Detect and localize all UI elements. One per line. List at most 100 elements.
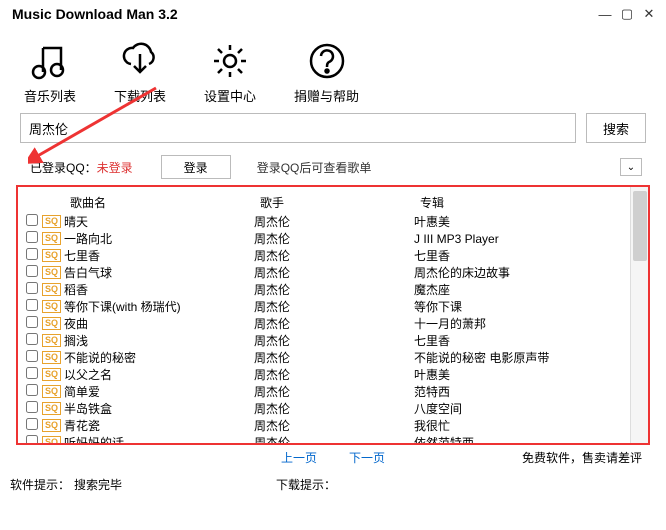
row-checkbox[interactable] [26,367,38,379]
row-checkbox[interactable] [26,333,38,345]
row-checkbox[interactable] [26,282,38,294]
cell-artist: 周杰伦 [254,264,414,281]
gear-icon [209,40,251,82]
row-checkbox[interactable] [26,418,38,430]
row-checkbox[interactable] [26,231,38,243]
login-hint: 登录QQ后可查看歌单 [257,159,372,176]
vertical-scrollbar[interactable] [630,187,648,443]
cell-artist: 周杰伦 [254,213,414,230]
search-input[interactable] [20,113,576,143]
login-label: 已登录QQ： [30,161,97,175]
tab-donate-help[interactable]: 捐赠与帮助 [294,40,359,105]
row-checkbox[interactable] [26,316,38,328]
table-row[interactable]: SQ七里香周杰伦七里香 [24,247,630,264]
row-checkbox[interactable] [26,384,38,396]
help-icon [306,40,348,82]
tab-label: 捐赠与帮助 [294,86,359,105]
table-row[interactable]: SQ搁浅周杰伦七里香 [24,332,630,349]
table-row[interactable]: SQ一路向北周杰伦J III MP3 Player [24,230,630,247]
cell-artist: 周杰伦 [254,434,414,443]
login-status-value: 未登录 [97,161,133,175]
tab-settings[interactable]: 设置中心 [204,40,256,105]
collapse-toggle[interactable]: ⌄ [620,158,642,176]
cell-artist: 周杰伦 [254,366,414,383]
table-row[interactable]: SQ半岛铁盒周杰伦八度空间 [24,400,630,417]
prev-page-link[interactable]: 上一页 [281,449,317,466]
table-row[interactable]: SQ等你下课(with 杨瑞代)周杰伦等你下课 [24,298,630,315]
scrollbar-thumb[interactable] [633,191,647,261]
sq-badge-icon: SQ [42,334,61,347]
tab-download-list[interactable]: 下载列表 [114,40,166,105]
table-row[interactable]: SQ不能说的秘密周杰伦不能说的秘密 电影原声带 [24,349,630,366]
cell-album: 七里香 [414,332,630,349]
cell-song-name: 简单爱 [64,383,254,400]
cell-song-name: 青花瓷 [64,417,254,434]
title-bar: Music Download Man 3.2 — ▢ ✕ [0,0,666,28]
pager-row: 上一页 下一页 免费软件，售卖请差评 [0,445,666,468]
cell-artist: 周杰伦 [254,417,414,434]
row-checkbox[interactable] [26,265,38,277]
table-row[interactable]: SQ听妈妈的话周杰伦依然范特西 [24,434,630,443]
cell-album: 等你下课 [414,298,630,315]
table-row[interactable]: SQ以父之名周杰伦叶惠美 [24,366,630,383]
table-row[interactable]: SQ告白气球周杰伦周杰伦的床边故事 [24,264,630,281]
cell-album: 周杰伦的床边故事 [414,264,630,281]
sq-badge-icon: SQ [42,368,61,381]
table-body: 歌曲名 歌手 专辑 SQ晴天周杰伦叶惠美SQ一路向北周杰伦J III MP3 P… [18,187,630,443]
window-title: Music Download Man 3.2 [12,6,178,22]
table-header: 歌曲名 歌手 专辑 [24,191,630,213]
results-table: 歌曲名 歌手 专辑 SQ晴天周杰伦叶惠美SQ一路向北周杰伦J III MP3 P… [16,185,650,445]
download-hint-label: 下载提示： [276,476,336,493]
tab-label: 设置中心 [204,86,256,105]
cell-album: 七里香 [414,247,630,264]
search-row: 搜索 [0,109,666,151]
cell-song-name: 稻香 [64,281,254,298]
cell-album: 不能说的秘密 电影原声带 [414,349,630,366]
sq-badge-icon: SQ [42,402,61,415]
cell-album: J III MP3 Player [414,232,630,246]
cell-song-name: 半岛铁盒 [64,400,254,417]
cell-artist: 周杰伦 [254,332,414,349]
sq-badge-icon: SQ [42,317,61,330]
table-row[interactable]: SQ稻香周杰伦魔杰座 [24,281,630,298]
sq-badge-icon: SQ [42,232,61,245]
sq-badge-icon: SQ [42,266,61,279]
table-row[interactable]: SQ简单爱周杰伦范特西 [24,383,630,400]
col-header-album[interactable]: 专辑 [420,194,630,211]
login-status: 已登录QQ：未登录 [30,159,133,176]
row-checkbox[interactable] [26,350,38,362]
cell-album: 范特西 [414,383,630,400]
maximize-button[interactable]: ▢ [618,5,636,23]
search-button[interactable]: 搜索 [586,113,646,143]
sq-badge-icon: SQ [42,215,61,228]
cell-artist: 周杰伦 [254,400,414,417]
next-page-link[interactable]: 下一页 [349,449,385,466]
row-checkbox[interactable] [26,299,38,311]
sq-badge-icon: SQ [42,419,61,432]
login-button[interactable]: 登录 [161,155,231,179]
software-hint-label: 软件提示： [10,476,70,493]
sq-badge-icon: SQ [42,283,61,296]
col-header-artist[interactable]: 歌手 [260,194,420,211]
sq-badge-icon: SQ [42,300,61,313]
table-row[interactable]: SQ晴天周杰伦叶惠美 [24,213,630,230]
row-checkbox[interactable] [26,401,38,413]
chevron-down-icon: ⌄ [627,162,635,173]
sq-badge-icon: SQ [42,351,61,364]
cell-album: 依然范特西 [414,434,630,443]
tab-music-list[interactable]: 音乐列表 [24,40,76,105]
cell-song-name: 七里香 [64,247,254,264]
minimize-button[interactable]: — [596,5,614,23]
row-checkbox[interactable] [26,435,38,443]
row-checkbox[interactable] [26,248,38,260]
close-button[interactable]: ✕ [640,5,658,23]
cell-album: 叶惠美 [414,366,630,383]
table-row[interactable]: SQ夜曲周杰伦十一月的萧邦 [24,315,630,332]
cell-album: 八度空间 [414,400,630,417]
row-checkbox[interactable] [26,214,38,226]
table-row[interactable]: SQ青花瓷周杰伦我很忙 [24,417,630,434]
col-header-name[interactable]: 歌曲名 [70,194,260,211]
cell-album: 我很忙 [414,417,630,434]
tab-label: 下载列表 [114,86,166,105]
free-software-note: 免费软件，售卖请差评 [522,449,642,466]
